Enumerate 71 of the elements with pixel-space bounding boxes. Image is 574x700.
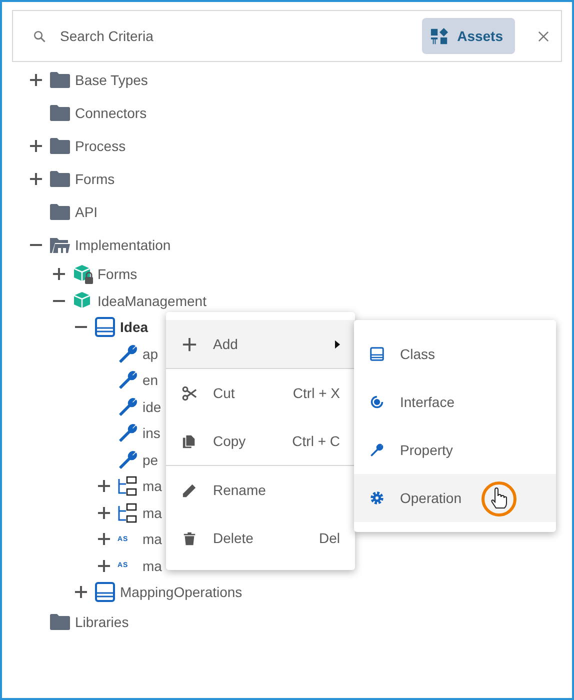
mapping-icon xyxy=(118,502,138,523)
gear-icon xyxy=(370,491,384,505)
class-icon xyxy=(370,347,384,361)
expand-icon[interactable] xyxy=(98,506,110,519)
tree-item[interactable]: ide xyxy=(142,398,162,415)
expand-icon[interactable] xyxy=(98,560,110,572)
folder-icon xyxy=(50,138,70,154)
menu-item[interactable]: Rename xyxy=(166,466,355,514)
interface-icon xyxy=(370,395,384,409)
folder-icon xyxy=(50,614,70,630)
pencil-icon xyxy=(182,482,197,498)
expand-icon[interactable] xyxy=(30,74,42,86)
search-field[interactable]: Search Criteria xyxy=(58,27,422,45)
hand-cursor-icon xyxy=(481,481,517,517)
folder-icon xyxy=(50,170,70,186)
tree-item[interactable]: MappingOperations xyxy=(120,584,242,600)
tree-item[interactable]: Implementation xyxy=(75,236,171,252)
tree-item[interactable]: Process xyxy=(75,138,126,154)
expand-icon[interactable] xyxy=(98,480,110,492)
assets-button[interactable]: Assets xyxy=(422,18,515,54)
wrench-icon xyxy=(118,344,138,364)
trash-icon xyxy=(182,530,197,546)
tree-item[interactable]: ma xyxy=(142,558,162,574)
tree-item[interactable]: Libraries xyxy=(75,614,129,630)
search-icon xyxy=(33,30,46,42)
tree-item[interactable]: ma xyxy=(142,504,162,521)
open-folder-icon xyxy=(50,236,70,252)
menu-item[interactable]: Class xyxy=(354,330,556,378)
wrench-icon xyxy=(118,423,138,444)
menu-item[interactable]: Add xyxy=(166,320,355,368)
tree-item[interactable]: ma xyxy=(142,531,162,548)
locked-cube-icon xyxy=(72,264,92,284)
menu-item[interactable]: Copy Ctrl + C xyxy=(166,417,355,465)
tree-item[interactable]: pe xyxy=(142,452,158,468)
wrench-icon xyxy=(118,396,138,417)
menu-item[interactable]: Operation xyxy=(354,474,556,522)
scissors-icon xyxy=(182,386,197,400)
class-icon xyxy=(95,317,115,338)
expand-icon[interactable] xyxy=(30,172,42,184)
tree-item[interactable]: ma xyxy=(142,478,162,494)
tree-item[interactable]: API xyxy=(75,204,98,220)
wrench-icon xyxy=(118,450,138,470)
cube-icon xyxy=(72,290,92,311)
tree-item[interactable]: ap xyxy=(142,346,158,362)
menu-item[interactable]: Delete Del xyxy=(166,514,355,562)
tree-item[interactable]: Connectors xyxy=(75,104,147,120)
folder-icon xyxy=(50,204,70,220)
mapping-icon xyxy=(118,476,138,496)
assets-icon xyxy=(430,26,450,46)
tree-item[interactable]: Forms xyxy=(75,170,115,186)
wrench-icon xyxy=(118,370,138,390)
tree-item[interactable]: Forms xyxy=(98,266,138,282)
plus-icon xyxy=(182,336,197,352)
menu-item[interactable]: Property xyxy=(354,426,556,474)
expand-icon[interactable] xyxy=(52,268,64,280)
tree-item[interactable]: ins xyxy=(142,425,160,442)
class-icon xyxy=(95,582,115,602)
copy-icon xyxy=(182,434,197,448)
expand-icon[interactable] xyxy=(30,140,42,152)
tree-item[interactable]: Idea xyxy=(120,319,148,336)
close-icon[interactable] xyxy=(538,30,549,42)
folder-icon xyxy=(50,72,70,88)
menu-item[interactable]: Interface xyxy=(354,378,556,426)
expand-icon[interactable] xyxy=(75,586,87,598)
folder-icon xyxy=(50,104,70,120)
expand-icon[interactable] xyxy=(98,533,110,546)
tree-item[interactable]: en xyxy=(142,372,158,388)
wrench-icon xyxy=(370,443,384,457)
tree-item[interactable]: Base Types xyxy=(75,72,148,88)
menu-item[interactable]: Cut Ctrl + X xyxy=(166,369,355,417)
tree-item[interactable]: IdeaManagement xyxy=(98,292,206,309)
